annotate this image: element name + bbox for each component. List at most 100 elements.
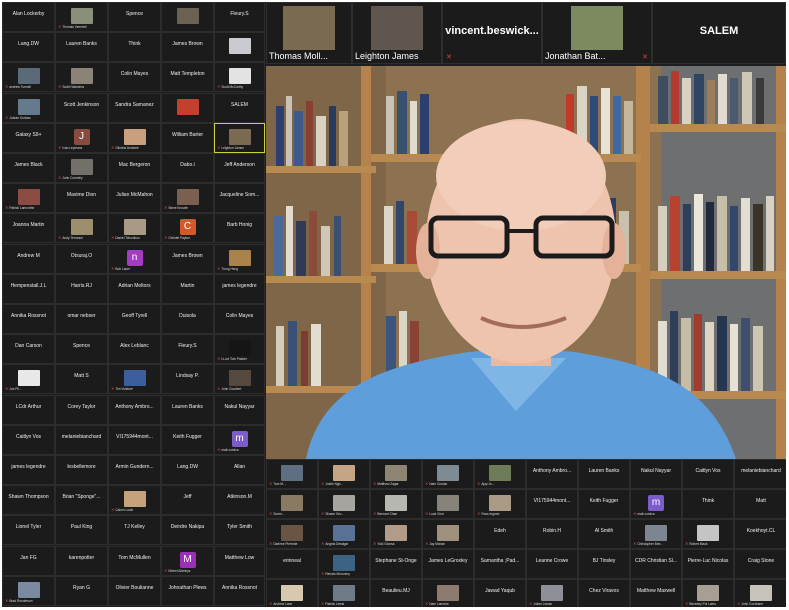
participant-tile[interactable]: Fleury.S [214, 2, 265, 32]
participant-tile[interactable]: Duisola [161, 304, 214, 334]
participant-tile[interactable]: ✕Nam Lamaha [422, 579, 474, 607]
participant-tile[interactable]: Matt S [55, 364, 108, 394]
participant-tile[interactable]: ✕Shawn Gro... [318, 489, 370, 519]
participant-tile[interactable]: ✕Nam Goolan [422, 459, 474, 489]
participant-tile[interactable]: ✕Thomas Vermiett [55, 2, 108, 32]
participant-tile[interactable]: Colin Mayes [108, 62, 161, 92]
participant-tile[interactable]: Martin [161, 274, 214, 304]
participant-tile[interactable]: TJ Kelley [108, 515, 161, 545]
participant-tile[interactable]: Samantha ;Pad... [474, 549, 526, 579]
participant-tile[interactable]: ✕Lt-col Tom Pasker [214, 334, 265, 364]
participant-tile[interactable]: ✕Soren... [266, 489, 318, 519]
participant-tile[interactable]: ✕Joe Pil... [2, 364, 55, 394]
participant-tile[interactable]: Al Smith [578, 519, 630, 549]
participant-tile[interactable]: Atkinson.M [214, 485, 265, 515]
participant-tile[interactable]: james legendre [2, 455, 55, 485]
participant-tile[interactable]: Nakul Nayyar [630, 459, 682, 489]
participant-tile[interactable] [161, 93, 214, 123]
participant-tile[interactable]: Lauren Banks [55, 32, 108, 62]
participant-tile[interactable]: Alex Leblanc [108, 334, 161, 364]
participant-tile[interactable]: James Black [2, 153, 55, 183]
participant-tile[interactable]: Think [108, 32, 161, 62]
participant-tile[interactable]: Galaxy S9+ [2, 123, 55, 153]
participant-tile[interactable]: Joanna Martin [2, 213, 55, 243]
participant-tile[interactable]: Robin.H [526, 519, 578, 549]
participant-tile[interactable]: Koekhoyt.CL [734, 519, 786, 549]
participant-tile[interactable]: ✕Beverley Pui Lamu [682, 579, 734, 607]
speaker-strip-tile[interactable]: Jonathan Bat... ✕ [542, 2, 652, 64]
participant-tile[interactable]: Anthony Ambro... [526, 459, 578, 489]
participant-tile[interactable]: Julian McMahon [108, 183, 161, 213]
participant-tile[interactable]: ✕Yuki Gionsa [370, 519, 422, 549]
participant-tile[interactable]: Annika Rossnot [2, 304, 55, 334]
participant-tile[interactable]: Jacqueline Som... [214, 183, 265, 213]
participant-tile[interactable]: Lauren Banks [161, 395, 214, 425]
participant-tile[interactable]: James Brown [161, 32, 214, 62]
participant-tile[interactable]: Ryan G [55, 576, 108, 606]
participant-tile[interactable]: Matt [734, 489, 786, 519]
participant-tile[interactable]: ✕Renato Moronery [318, 549, 370, 579]
participant-tile[interactable]: m ✕matt comica [214, 425, 265, 455]
participant-tile[interactable]: Think [682, 489, 734, 519]
participant-tile[interactable]: melaniebianchard [55, 425, 108, 455]
participant-tile[interactable]: ✕John Goulbert [214, 364, 265, 394]
participant-tile[interactable]: Mac Bergeron [108, 153, 161, 183]
participant-tile[interactable]: ✕Andrew Lane [266, 579, 318, 607]
participant-tile[interactable]: ✕Daniel Tchouikou [108, 213, 161, 243]
participant-tile[interactable]: james legendre [214, 274, 265, 304]
participant-tile[interactable]: VI175944mont... [526, 489, 578, 519]
participant-tile[interactable]: erinneal [266, 549, 318, 579]
participant-tile[interactable]: omar nebser [55, 304, 108, 334]
participant-tile[interactable]: karenpotter [55, 546, 108, 576]
participant-tile[interactable]: ✕andrew Tunnell [2, 62, 55, 92]
participant-tile[interactable]: ✕Christopher Brie... [630, 519, 682, 549]
participant-tile[interactable]: ✕Jubran Kunbac [2, 93, 55, 123]
participant-tile[interactable]: Pierre-Luc Nicolas [682, 549, 734, 579]
participant-tile[interactable]: Shawn Thompson [2, 485, 55, 515]
participant-tile[interactable]: ✕Ross Ingram [474, 489, 526, 519]
speaker-strip-tile[interactable]: SALEM [652, 2, 786, 64]
participant-tile[interactable]: Johnathan Plews [161, 576, 214, 606]
participant-tile[interactable]: Hempenstall.J.L [2, 274, 55, 304]
participant-tile[interactable]: ✕Darlene Pierrede [266, 519, 318, 549]
participant-tile[interactable]: Otsuraj.O [55, 244, 108, 274]
participant-tile[interactable]: ✕Steve Knowle [161, 183, 214, 213]
participant-tile[interactable]: William Barter [161, 123, 214, 153]
participant-tile[interactable]: Dan Carson [2, 334, 55, 364]
participant-tile[interactable]: ✕Tim Volstore [108, 364, 161, 394]
participant-tile[interactable]: Nakul Nayyar [214, 395, 265, 425]
participant-tile[interactable]: Keith Fugger [578, 489, 630, 519]
participant-tile[interactable]: Barb Honig [214, 213, 265, 243]
participant-tile[interactable]: ✕John Cochrane [734, 579, 786, 607]
participant-tile[interactable]: ✕Julian Lotzan [526, 579, 578, 607]
participant-tile[interactable]: ✕Patrick Lamonthe [2, 183, 55, 213]
participant-tile[interactable] [161, 2, 214, 32]
participant-tile[interactable]: Jeff [161, 485, 214, 515]
participant-tile[interactable]: Geoff Tyrell [108, 304, 161, 334]
speaker-strip-tile[interactable]: Leighton James [352, 2, 442, 64]
participant-tile[interactable]: n ✕Bob Lauer [108, 244, 161, 274]
participant-tile[interactable]: Olivier Boulianne [108, 576, 161, 606]
participant-tile[interactable]: ✕Sodhi Wardens [55, 62, 108, 92]
participant-tile[interactable]: Allan [214, 455, 265, 485]
participant-tile[interactable]: Scott Jenkinson [55, 93, 108, 123]
participant-tile[interactable]: melaniebianchard [734, 459, 786, 489]
participant-tile[interactable]: LCdr Arthur [2, 395, 55, 425]
participant-tile[interactable]: ✕Luuk Vind [422, 489, 474, 519]
participant-tile[interactable]: Caitlyn Vos [2, 425, 55, 455]
participant-tile[interactable]: James Brown [161, 244, 214, 274]
participant-tile[interactable]: Alan Lockerby [2, 2, 55, 32]
participant-tile[interactable]: Lindsay P. [161, 364, 214, 394]
participant-tile[interactable]: Craig Stone [734, 549, 786, 579]
participant-tile[interactable]: ✕Robert Mack [682, 519, 734, 549]
participant-tile[interactable]: Edeh [474, 519, 526, 549]
participant-tile[interactable]: Stephane St-Onge [370, 549, 422, 579]
participant-tile[interactable]: ✕Patrick Lewis [318, 579, 370, 607]
participant-tile[interactable]: Adrian Meltors [108, 274, 161, 304]
participant-tile[interactable]: ✕Leighton James [214, 123, 265, 153]
participant-tile[interactable]: Lauren Banks [578, 459, 630, 489]
participant-tile[interactable]: Corey Taylor [55, 395, 108, 425]
participant-tile[interactable]: ✕Justin Ngh... [318, 459, 370, 489]
participant-tile[interactable]: Tom McMullen [108, 546, 161, 576]
speaker-strip-tile[interactable]: Thomas Moll... [266, 2, 352, 64]
